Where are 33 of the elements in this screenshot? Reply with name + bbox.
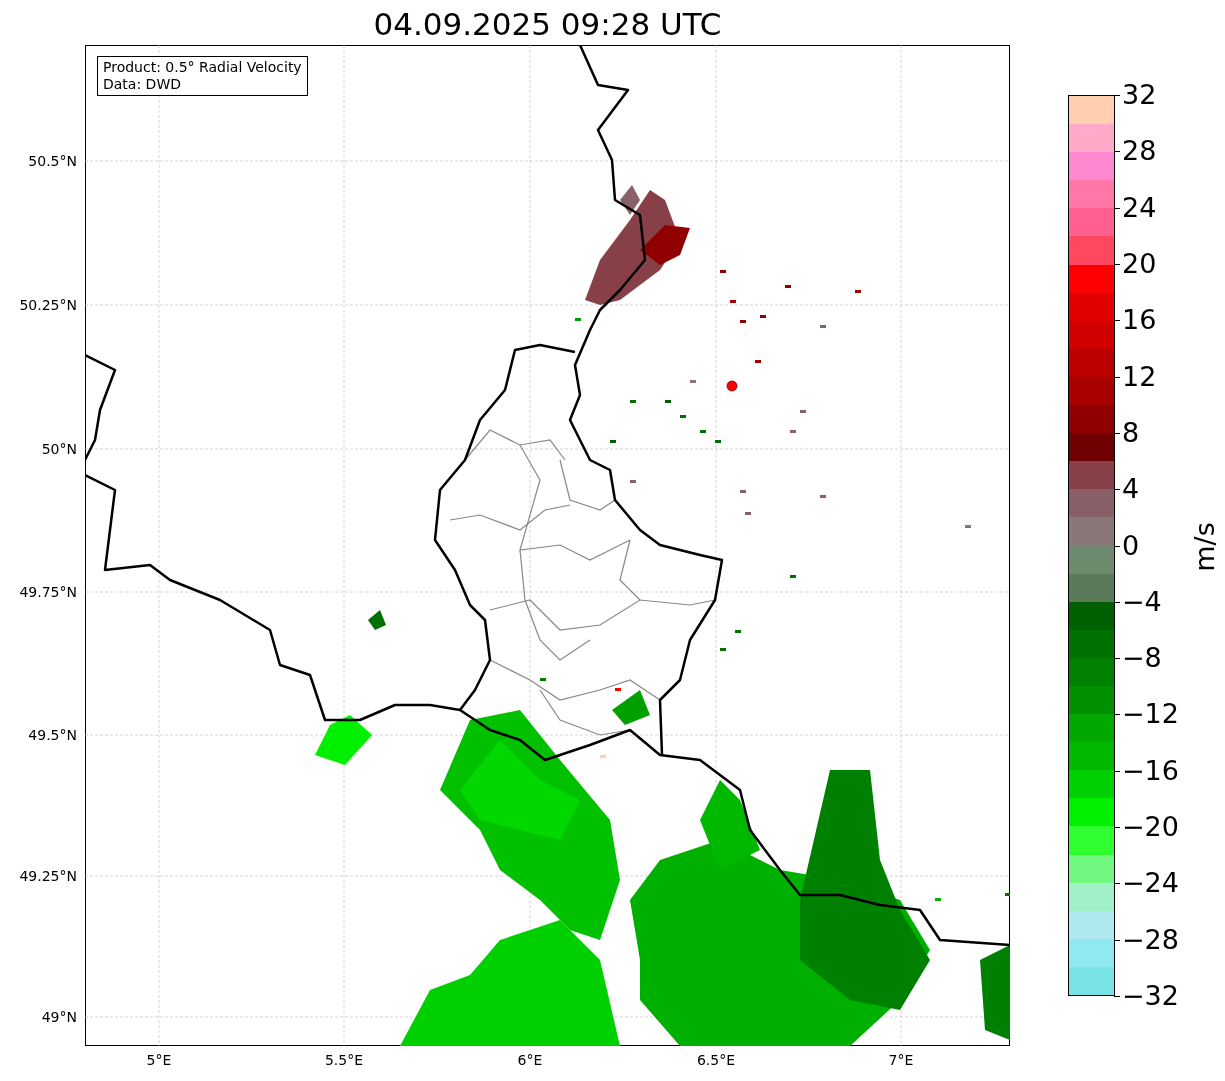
colorbar-tick-label: −12 — [1122, 699, 1179, 730]
latitude-label: 50.5°N — [28, 153, 77, 169]
colorbar-tick-label: 32 — [1122, 80, 1157, 110]
colorbar-axis-label: m/s — [1188, 521, 1221, 574]
longitude-label: 7°E — [887, 1052, 915, 1068]
colorbar-tick-label: 24 — [1122, 192, 1157, 223]
colorbar-tick-label: −8 — [1122, 643, 1162, 674]
latitude-label: 49.25°N — [19, 868, 77, 884]
colorbar-tick-label: −28 — [1122, 924, 1179, 955]
info-text: Product: 0.5° Radial Velocity — [103, 59, 302, 76]
colorbar-tick-label: −16 — [1122, 755, 1179, 786]
colorbar-tick-label: 16 — [1122, 305, 1157, 336]
latitude-label: 50.25°N — [19, 297, 77, 313]
colorbar-tick-label: 0 — [1122, 530, 1140, 561]
colorbar-tick-label: 12 — [1122, 361, 1157, 392]
latitude-label: 49°N — [41, 1009, 77, 1025]
latitude-label: 50°N — [41, 441, 77, 457]
colorbar-tick-label: 4 — [1122, 474, 1140, 505]
longitude-label: 6.5°E — [695, 1052, 737, 1068]
colorbar-tick-label: −24 — [1122, 868, 1179, 899]
colorbar-tick-label: −20 — [1122, 812, 1179, 843]
colorbar-tick-label: 20 — [1122, 248, 1157, 279]
longitude-label: 5°E — [145, 1052, 173, 1068]
colorbar-tick-label: −4 — [1122, 586, 1162, 617]
longitude-label: 6°E — [516, 1052, 544, 1068]
info-text: Data: DWD — [103, 76, 182, 93]
latitude-label: 49.5°N — [28, 727, 77, 743]
colorbar-tick-label: 28 — [1122, 136, 1157, 167]
colorbar-tick-label: 8 — [1122, 417, 1140, 448]
colorbar-tick-label: −32 — [1122, 981, 1179, 1011]
latitude-label: 49.75°N — [19, 584, 77, 600]
longitude-label: 5.5°E — [323, 1052, 365, 1068]
chart-title: 04.09.2025 09:28 UTC — [372, 5, 723, 44]
